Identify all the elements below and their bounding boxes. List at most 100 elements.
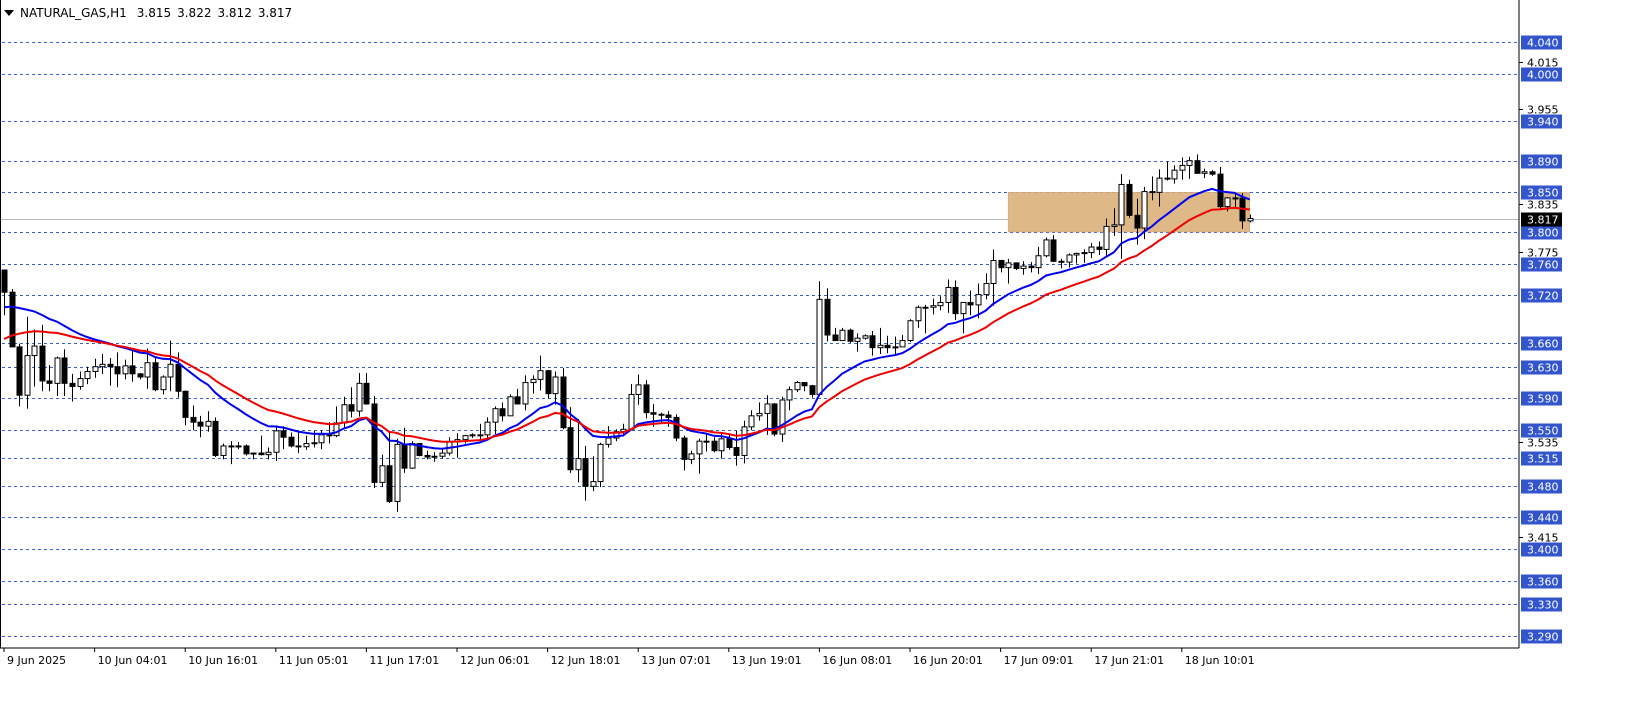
candle-body-up (741, 426, 748, 456)
price-tick-label: 3.535 (1527, 437, 1559, 450)
candle-body-up (628, 393, 635, 430)
candle (847, 328, 854, 343)
candle (152, 357, 159, 392)
candle-body-up (462, 435, 469, 441)
candle-body-up (1081, 252, 1088, 255)
candle (273, 425, 280, 461)
candle-body-down (1013, 262, 1020, 269)
candle-body-up (537, 370, 544, 380)
candle-body-up (144, 362, 151, 378)
price-axis[interactable]: 4.0404.0003.9403.8903.8503.8003.7603.720… (1519, 35, 1562, 644)
candle (1201, 168, 1208, 179)
candle-body-up (1201, 171, 1208, 174)
candle-body-up (1141, 191, 1148, 229)
candle (635, 374, 642, 405)
candle-body-up (960, 302, 967, 315)
candle (492, 406, 499, 435)
candle-body-up (431, 455, 438, 458)
candle-body-down (1096, 246, 1103, 250)
chart-title-bar[interactable]: NATURAL_GAS,H1 3.815 3.822 3.812 3.817 (4, 5, 292, 21)
candle (484, 417, 491, 439)
candle (552, 371, 559, 405)
horizontal-level-lines (0, 42, 1519, 637)
candle-body-up (635, 384, 642, 395)
candle (681, 435, 688, 471)
level-label: 3.940 (1527, 116, 1559, 129)
candle-body-down (1209, 171, 1216, 175)
candle (726, 433, 733, 450)
candle (16, 343, 23, 407)
time-tick-label: 10 Jun 04:01 (98, 654, 168, 667)
candle-body-up (24, 355, 31, 396)
candle-body-up (922, 306, 929, 309)
candle-body-up (1156, 177, 1163, 193)
time-tick-label: 13 Jun 07:01 (641, 654, 711, 667)
candle (960, 302, 967, 334)
candle-body-down (39, 345, 46, 382)
candle-body-up (122, 365, 129, 375)
candle (39, 324, 46, 392)
level-label: 3.290 (1527, 631, 1559, 644)
price-chart[interactable]: 4.0404.0003.9403.8903.8503.8003.7603.720… (0, 0, 1651, 705)
candle-body-down (726, 438, 733, 449)
candle-body-up (983, 282, 990, 296)
candle-body-down (61, 357, 68, 384)
candle-body-down (665, 414, 672, 418)
candle (114, 352, 121, 388)
candle-body-up (1066, 254, 1073, 263)
candle-body-down (658, 413, 665, 416)
candle-body-up (235, 445, 242, 448)
level-label: 3.330 (1527, 599, 1559, 612)
candle (1171, 165, 1178, 184)
candle (794, 380, 801, 393)
candle-body-down (1149, 191, 1156, 194)
candle (741, 420, 748, 464)
candle (1081, 249, 1088, 263)
candle-body-down (733, 447, 740, 456)
candle (597, 442, 604, 488)
candle (167, 340, 174, 392)
chart-menu-arrow-icon[interactable] (4, 10, 14, 16)
candle-body-up (341, 404, 348, 424)
candle-body-up (1043, 239, 1050, 257)
candle (24, 316, 31, 409)
candle (197, 415, 204, 438)
candle (363, 373, 370, 405)
candle-body-down (152, 362, 159, 391)
time-tick-label: 17 Jun 09:01 (1004, 654, 1074, 667)
time-tick-label: 9 Jun 2025 (7, 654, 66, 667)
candle-body-down (363, 382, 370, 405)
candle (356, 373, 363, 417)
ohlc-readout: 3.815 3.822 3.812 3.817 (131, 6, 292, 20)
time-tick-label: 17 Jun 21:01 (1094, 654, 1164, 667)
symbol-label: NATURAL_GAS,H1 (20, 6, 127, 20)
candle (160, 375, 167, 395)
candle-body-down (884, 344, 891, 349)
candle (816, 281, 823, 397)
open-value: 3.815 (136, 6, 172, 20)
candle-body-up (311, 442, 318, 445)
candle (295, 431, 302, 454)
candle-body-up (220, 445, 227, 456)
candle-body-up (1224, 197, 1231, 208)
candle-body-up (1118, 183, 1125, 226)
level-label: 3.760 (1527, 259, 1559, 272)
candle-body-up (265, 451, 272, 456)
candle (809, 384, 816, 398)
candle (69, 373, 76, 402)
candle (220, 443, 227, 460)
candle-body-down (560, 376, 567, 429)
time-axis[interactable]: 9 Jun 2025 10 Jun 04:01 10 Jun 16:01 11 Jun… (3, 648, 1255, 667)
candle-body-up (160, 376, 167, 391)
candle (537, 355, 544, 391)
candle-body-down (582, 458, 589, 487)
level-label: 3.440 (1527, 512, 1559, 525)
candle (832, 327, 839, 342)
candle-body-down (371, 403, 378, 483)
candle-body-up (1247, 218, 1254, 222)
candle (499, 402, 506, 422)
candle (258, 435, 265, 456)
candle-body-down (832, 334, 839, 342)
candle-body-down (182, 390, 189, 418)
candle-body-up (899, 340, 906, 348)
